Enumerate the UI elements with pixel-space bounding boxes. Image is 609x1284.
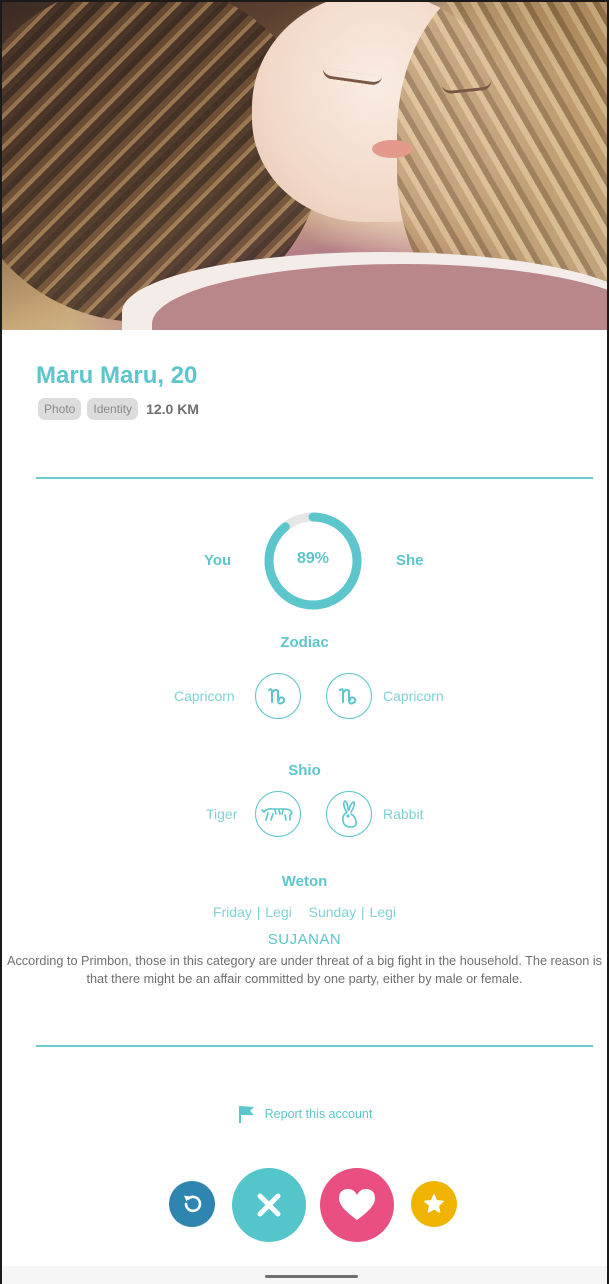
divider-bottom bbox=[36, 1045, 593, 1047]
profile-photo[interactable] bbox=[2, 2, 607, 330]
photo-lips bbox=[372, 140, 412, 158]
super-like-button[interactable] bbox=[411, 1181, 457, 1227]
weton-title: Weton bbox=[281, 873, 328, 890]
shio-you-text: Tiger bbox=[206, 806, 238, 822]
weton-verdict: SUJANAN bbox=[267, 931, 342, 948]
weton-you-text: Friday | Legi bbox=[212, 904, 292, 920]
heart-icon bbox=[339, 1189, 375, 1220]
like-button[interactable] bbox=[320, 1168, 394, 1242]
report-account-link[interactable]: Report this account bbox=[0, 1104, 609, 1124]
report-label: Report this account bbox=[264, 1107, 373, 1121]
zodiac-title: Zodiac bbox=[280, 634, 329, 651]
badge-identity: Identity bbox=[87, 398, 139, 420]
dislike-button[interactable] bbox=[232, 1168, 306, 1242]
flag-icon bbox=[238, 1106, 254, 1123]
undo-button[interactable] bbox=[169, 1181, 215, 1227]
weton-description: According to Primbon, those in this cate… bbox=[6, 954, 603, 986]
shio-she-text: Rabbit bbox=[383, 806, 424, 822]
compatibility-percent: 89% bbox=[296, 550, 330, 567]
shio-title: Shio bbox=[288, 762, 321, 779]
compat-you-label: You bbox=[204, 552, 232, 569]
divider-top bbox=[36, 477, 593, 479]
undo-icon bbox=[184, 1195, 202, 1213]
zodiac-you-text: Capricorn bbox=[174, 688, 235, 704]
badge-photo: Photo bbox=[38, 398, 82, 420]
distance-text: 12.0 KM bbox=[146, 401, 199, 417]
star-icon bbox=[424, 1194, 444, 1213]
weton-days: Friday | Legi Sunday | Legi bbox=[0, 904, 609, 920]
profile-name-age: Maru Maru, 20 bbox=[36, 362, 198, 389]
tiger-icon bbox=[255, 791, 301, 837]
home-gesture-handle[interactable] bbox=[265, 1275, 358, 1278]
weton-she-text: Sunday | Legi bbox=[308, 904, 397, 920]
close-icon bbox=[257, 1193, 281, 1217]
capricorn-icon bbox=[255, 673, 301, 719]
zodiac-she-text: Capricorn bbox=[383, 688, 444, 704]
compat-she-label: She bbox=[396, 552, 424, 569]
profile-meta: Photo Identity 12.0 KM bbox=[38, 398, 199, 420]
rabbit-icon bbox=[326, 791, 372, 837]
capricorn-icon bbox=[326, 673, 372, 719]
